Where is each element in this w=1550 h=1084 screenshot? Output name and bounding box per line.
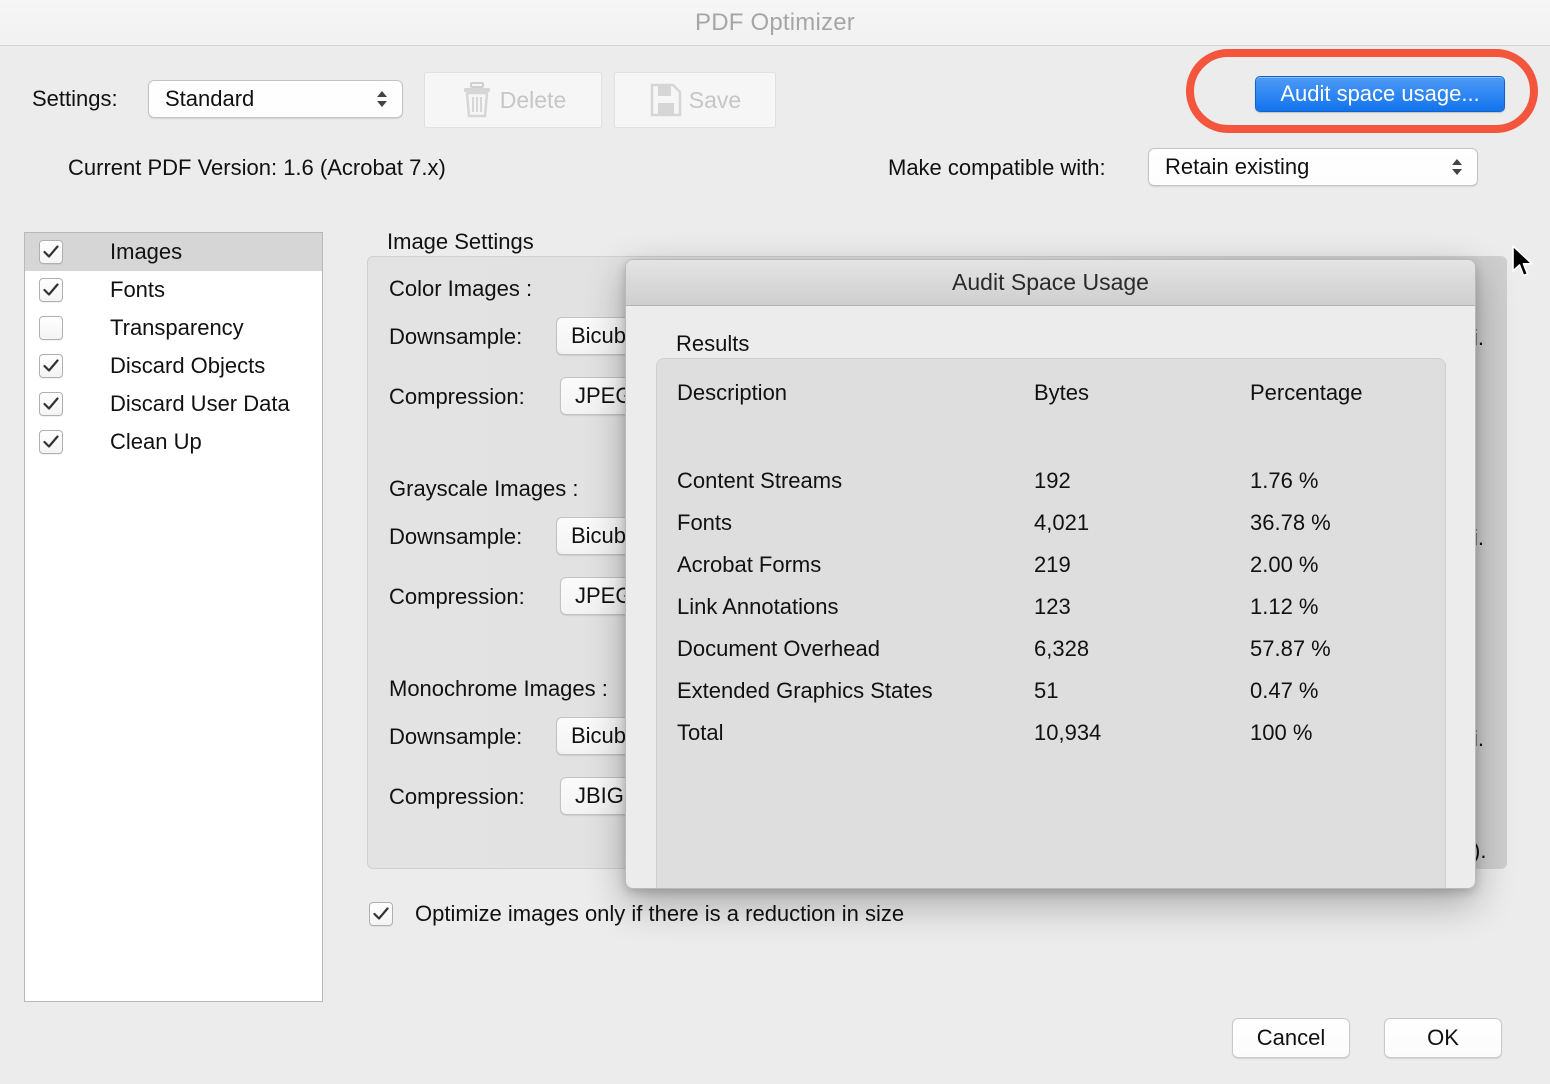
color-images-downsample-label: Downsample: [389, 324, 523, 349]
results-table-row: Extended Graphics States 51 0.47 % [677, 670, 1437, 712]
sidebar-item-discard-objects[interactable]: Discard Objects [25, 347, 322, 385]
monochrome-images-downsample-value: Bicub [571, 723, 627, 748]
results-cell-bytes: 123 [1034, 594, 1071, 619]
results-cell-percentage: 0.47 % [1250, 678, 1319, 703]
cancel-button[interactable]: Cancel [1232, 1018, 1350, 1058]
results-cell-percentage: 2.00 % [1250, 552, 1319, 577]
optimize-images-checkbox[interactable] [369, 902, 393, 926]
results-cell-percentage: 57.87 % [1250, 636, 1331, 661]
make-compatible-value: Retain existing [1165, 154, 1310, 179]
results-table-row: Content Streams 192 1.76 % [677, 460, 1437, 502]
optimize-images-label: Optimize images only if there is a reduc… [415, 901, 905, 926]
window-title: PDF Optimizer [695, 8, 855, 36]
modal-title: Audit Space Usage [952, 269, 1149, 295]
save-button-label: Save [688, 86, 742, 113]
checkbox-images[interactable] [39, 240, 63, 264]
audit-space-usage-button[interactable]: Audit space usage... [1255, 76, 1505, 112]
grayscale-images-group-title: Grayscale Images : [389, 476, 579, 501]
results-table-header: Description Bytes Percentage [677, 372, 1437, 414]
chevron-updown-icon [375, 89, 389, 109]
monochrome-images-compression-value: JBIG [575, 783, 624, 808]
results-table-row: Link Annotations 123 1.12 % [677, 586, 1437, 628]
results-cell-description: Total [677, 720, 724, 745]
sidebar-item-clean-up[interactable]: Clean Up [25, 423, 322, 461]
settings-label: Settings: [32, 86, 118, 111]
color-images-compression-value: JPEG [575, 383, 633, 408]
monochrome-images-downsample-label: Downsample: [389, 724, 523, 749]
results-table-row: Document Overhead 6,328 57.87 % [677, 628, 1437, 670]
sidebar-item-fonts[interactable]: Fonts [25, 271, 322, 309]
results-label: Results [676, 331, 750, 356]
monochrome-images-group-title: Monochrome Images : [389, 676, 608, 701]
sidebar-item-label: Images [110, 239, 183, 264]
sidebar-item-transparency[interactable]: Transparency [25, 309, 322, 347]
results-cell-description: Extended Graphics States [677, 678, 933, 703]
results-table-row: Total 10,934 100 % [677, 712, 1437, 754]
results-cell-bytes: 51 [1034, 678, 1059, 703]
current-pdf-version-label: Current PDF Version: 1.6 (Acrobat 7.x) [68, 155, 446, 180]
results-table-row: Acrobat Forms 219 2.00 % [677, 544, 1437, 586]
color-images-group-title: Color Images : [389, 276, 533, 301]
checkbox-fonts[interactable] [39, 278, 63, 302]
color-images-downsample-value: Bicub [571, 323, 627, 348]
results-cell-percentage: 1.12 % [1250, 594, 1319, 619]
make-compatible-select[interactable]: Retain existing [1148, 148, 1478, 186]
results-cell-description: Content Streams [677, 468, 843, 493]
ok-button[interactable]: OK [1384, 1018, 1502, 1058]
results-column-header: Description [677, 380, 788, 405]
checkbox-discard-user-data[interactable] [39, 392, 63, 416]
checkbox-transparency[interactable] [39, 316, 63, 340]
save-button[interactable]: Save [614, 72, 776, 128]
delete-button[interactable]: Delete [424, 72, 602, 128]
checkbox-discard-objects[interactable] [39, 354, 63, 378]
settings-preset-select[interactable]: Standard [148, 80, 403, 118]
checkbox-clean-up[interactable] [39, 430, 63, 454]
results-column-header: Bytes [1034, 380, 1090, 405]
sidebar-item-discard-user-data[interactable]: Discard User Data [25, 385, 322, 423]
results-table-row: Fonts 4,021 36.78 % [677, 502, 1437, 544]
grayscale-images-compression-value: JPEG [575, 583, 633, 608]
sidebar-item-label: Fonts [110, 277, 166, 302]
results-cell-percentage: 36.78 % [1250, 510, 1331, 535]
make-compatible-label: Make compatible with: [888, 155, 1106, 180]
audit-space-usage-dialog: Audit Space Usage Results Description Byt… [625, 259, 1476, 889]
image-settings-title: Image Settings [387, 229, 534, 254]
results-cell-description: Acrobat Forms [677, 552, 822, 577]
trash-icon [460, 81, 494, 119]
results-cell-bytes: 10,934 [1034, 720, 1102, 745]
sidebar-item-label: Transparency [110, 315, 244, 340]
grayscale-images-downsample-value: Bicub [571, 523, 627, 548]
results-cell-bytes: 219 [1034, 552, 1071, 577]
settings-preset-value: Standard [165, 86, 255, 111]
results-cell-percentage: 100 % [1250, 720, 1313, 745]
sidebar-item-label: Discard Objects [110, 353, 266, 378]
window-titlebar: PDF Optimizer [0, 0, 1550, 46]
optimizer-panel-list[interactable]: Images Fonts Transparency Discard Objects Di… [24, 232, 323, 1002]
sidebar-item-label: Clean Up [110, 429, 202, 454]
color-images-compression-label: Compression: [389, 384, 525, 409]
results-cell-bytes: 4,021 [1034, 510, 1090, 535]
delete-button-label: Delete [499, 86, 567, 113]
floppy-disk-icon [649, 82, 683, 118]
grayscale-images-downsample-label: Downsample: [389, 524, 523, 549]
modal-titlebar: Audit Space Usage [626, 260, 1475, 306]
optimize-images-checkbox-row[interactable]: Optimize images only if there is a reduc… [369, 901, 904, 927]
chevron-updown-icon [1450, 157, 1464, 177]
results-cell-bytes: 6,328 [1034, 636, 1090, 661]
results-cell-percentage: 1.76 % [1250, 468, 1319, 493]
results-cell-description: Document Overhead [677, 636, 880, 661]
results-cell-bytes: 192 [1034, 468, 1071, 493]
grayscale-images-compression-label: Compression: [389, 584, 525, 609]
sidebar-item-label: Discard User Data [110, 391, 290, 416]
results-cell-description: Fonts [677, 510, 733, 535]
results-cell-description: Link Annotations [677, 594, 839, 619]
results-column-header: Percentage [1250, 380, 1363, 405]
sidebar-item-images[interactable]: Images [25, 233, 322, 271]
pdf-optimizer-window: PDF Optimizer Settings: Standard Delete [0, 0, 1550, 1084]
monochrome-images-compression-label: Compression: [389, 784, 525, 809]
mouse-cursor [1511, 245, 1535, 284]
results-table: Description Bytes Percentage Content Stream… [677, 372, 1437, 754]
